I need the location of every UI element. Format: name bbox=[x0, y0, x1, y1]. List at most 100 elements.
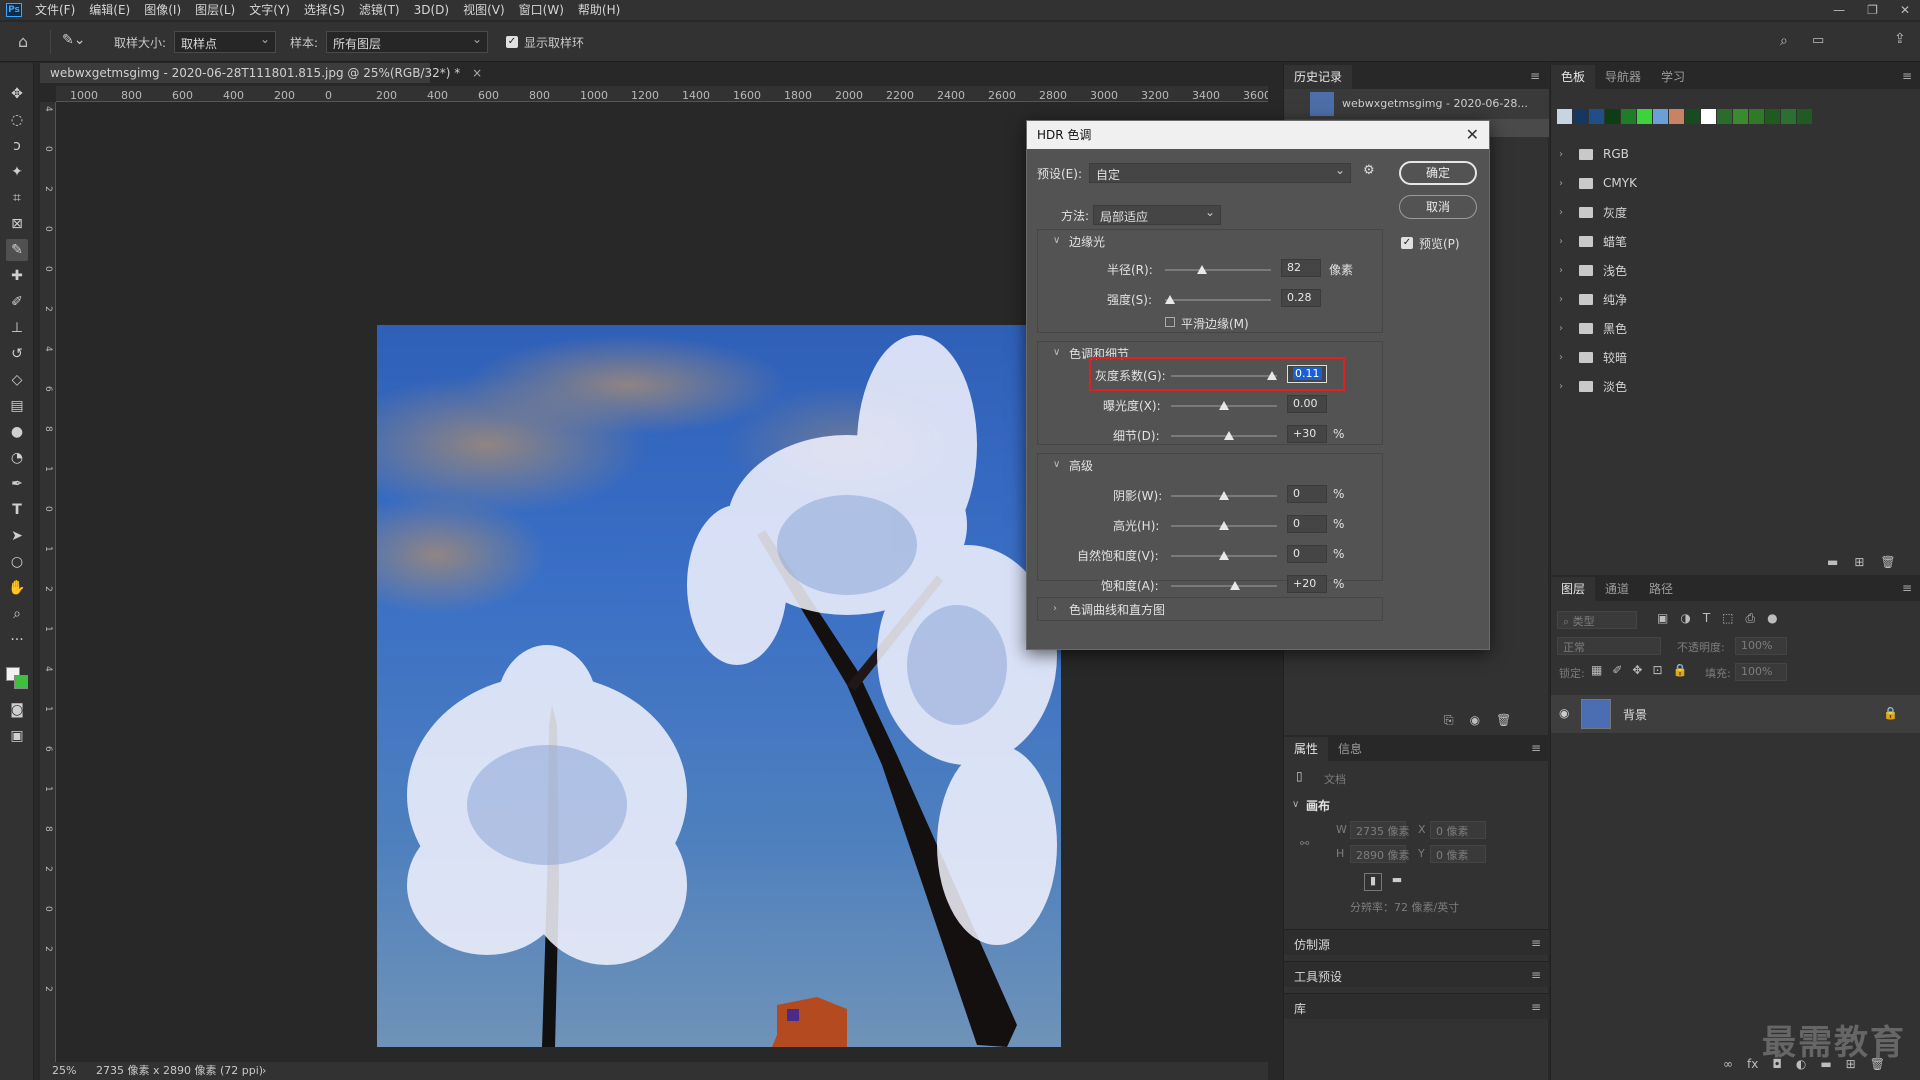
tool-presets-panel-header[interactable]: 工具预设 ≡ bbox=[1284, 961, 1549, 987]
radius-slider-thumb[interactable] bbox=[1197, 265, 1208, 274]
menu-image[interactable]: 图像(I) bbox=[137, 0, 188, 20]
close-tab-icon[interactable]: × bbox=[472, 66, 482, 80]
pen-tool-icon[interactable]: ✒ bbox=[6, 473, 28, 495]
radius-field[interactable]: 82 bbox=[1281, 259, 1321, 277]
width-field[interactable]: 2735 像素 bbox=[1350, 821, 1410, 839]
y-field[interactable]: 0 像素 bbox=[1430, 845, 1486, 863]
portrait-orientation-icon[interactable]: ▮ bbox=[1364, 873, 1382, 891]
layer-row-background[interactable]: ◉ 背景 🔒 bbox=[1551, 695, 1920, 733]
highlight-slider[interactable] bbox=[1171, 521, 1277, 530]
tab-info[interactable]: 信息 bbox=[1328, 737, 1372, 761]
brush-tool-icon[interactable]: ✐ bbox=[6, 291, 28, 313]
highlight-slider-thumb[interactable] bbox=[1219, 521, 1229, 530]
color-swatch[interactable] bbox=[1781, 109, 1796, 124]
dialog-close-button[interactable]: ✕ bbox=[1466, 125, 1479, 144]
menu-type[interactable]: 文字(Y) bbox=[242, 0, 297, 20]
healing-brush-tool-icon[interactable]: ✚ bbox=[6, 265, 28, 287]
exposure-slider[interactable] bbox=[1171, 401, 1277, 410]
vibrance-field[interactable]: 0 bbox=[1287, 545, 1327, 563]
gamma-field[interactable]: 0.11 bbox=[1287, 365, 1327, 383]
document-tab[interactable]: webwxgetmsgimg - 2020-06-28T111801.815.j… bbox=[40, 63, 482, 83]
screen-mode-icon[interactable]: ▣ bbox=[6, 725, 28, 747]
ok-button[interactable]: 确定 bbox=[1399, 161, 1477, 185]
panel-menu-icon[interactable]: ≡ bbox=[1531, 968, 1541, 982]
detail-field[interactable]: +30 bbox=[1287, 425, 1327, 443]
menu-file[interactable]: 文件(F) bbox=[28, 0, 82, 20]
chevron-down-icon[interactable]: ∨ bbox=[1053, 347, 1060, 358]
detail-slider[interactable] bbox=[1171, 431, 1277, 440]
lock-pixels-icon[interactable]: ✐ bbox=[1612, 663, 1622, 677]
exposure-slider-thumb[interactable] bbox=[1219, 401, 1229, 410]
tab-channels[interactable]: 通道 bbox=[1595, 577, 1639, 601]
smooth-edges-checkbox[interactable] bbox=[1165, 317, 1175, 327]
new-group-icon[interactable]: ▬ bbox=[1827, 555, 1838, 569]
marquee-tool-icon[interactable]: ◌ bbox=[6, 109, 28, 131]
history-snapshot-row[interactable]: webwxgetmsgimg - 2020-06-28... bbox=[1284, 89, 1549, 119]
strength-field[interactable]: 0.28 bbox=[1281, 289, 1321, 307]
panel-menu-icon[interactable]: ≡ bbox=[1902, 69, 1912, 83]
eyedropper-tool-icon[interactable]: ✎ bbox=[6, 239, 28, 261]
strength-slider[interactable] bbox=[1165, 295, 1271, 304]
swatch-folder[interactable]: › 淡色 bbox=[1559, 373, 1909, 399]
chevron-right-icon[interactable]: › bbox=[1559, 352, 1569, 363]
preset-gear-icon[interactable]: ⚙ bbox=[1363, 163, 1375, 178]
tab-history[interactable]: 历史记录 bbox=[1284, 65, 1353, 89]
adjustment-filter-icon[interactable]: ◑ bbox=[1680, 611, 1690, 626]
gradient-tool-icon[interactable]: ▤ bbox=[6, 395, 28, 417]
hand-tool-icon[interactable]: ✋ bbox=[6, 577, 28, 599]
swatch-folder[interactable]: › CMYK bbox=[1559, 170, 1909, 196]
color-swatch[interactable] bbox=[1589, 109, 1604, 124]
color-swatch[interactable] bbox=[1765, 109, 1780, 124]
panel-menu-icon[interactable]: ≡ bbox=[1531, 936, 1541, 950]
dodge-tool-icon[interactable]: ◔ bbox=[6, 447, 28, 469]
trash-icon[interactable]: 🗑 bbox=[1496, 713, 1511, 728]
preview-checkbox[interactable]: ✓ bbox=[1401, 237, 1413, 249]
chevron-right-icon[interactable]: › bbox=[1559, 265, 1569, 276]
eyedropper-tool-icon[interactable]: ✎⌄ bbox=[62, 32, 85, 48]
color-swatch[interactable] bbox=[1733, 109, 1748, 124]
landscape-orientation-icon[interactable]: ▬ bbox=[1388, 873, 1406, 891]
color-swatch[interactable] bbox=[1685, 109, 1700, 124]
swatch-folder[interactable]: › 灰度 bbox=[1559, 199, 1909, 225]
strength-slider-thumb[interactable] bbox=[1165, 295, 1176, 304]
chevron-down-icon[interactable]: ∨ bbox=[1292, 799, 1299, 810]
tab-swatches[interactable]: 色板 bbox=[1551, 65, 1596, 89]
swatch-folder[interactable]: › 蜡笔 bbox=[1559, 228, 1909, 254]
color-swatch[interactable] bbox=[1797, 109, 1812, 124]
type-tool-icon[interactable]: T bbox=[6, 499, 28, 521]
lock-all-icon[interactable]: 🔒 bbox=[1673, 663, 1688, 677]
chevron-right-icon[interactable]: › bbox=[1559, 149, 1569, 160]
frame-tool-icon[interactable]: ⊠ bbox=[6, 213, 28, 235]
swatch-folder[interactable]: › 较暗 bbox=[1559, 344, 1909, 370]
eraser-tool-icon[interactable]: ◇ bbox=[6, 369, 28, 391]
restore-button[interactable]: ❐ bbox=[1867, 0, 1878, 20]
blend-mode-select[interactable]: 正常 bbox=[1557, 637, 1661, 655]
chevron-right-icon[interactable]: › bbox=[1559, 207, 1569, 218]
chevron-down-icon[interactable]: ∨ bbox=[1053, 459, 1060, 470]
shadow-slider[interactable] bbox=[1171, 491, 1277, 500]
chevron-right-icon[interactable]: › bbox=[1053, 603, 1057, 614]
lasso-tool-icon[interactable]: ↄ bbox=[6, 135, 28, 157]
exposure-field[interactable]: 0.00 bbox=[1287, 395, 1327, 413]
lock-transparency-icon[interactable]: ▦ bbox=[1591, 663, 1602, 677]
tab-navigator[interactable]: 导航器 bbox=[1595, 65, 1651, 89]
chevron-right-icon[interactable]: › bbox=[1559, 178, 1569, 189]
filter-toggle-icon[interactable]: ● bbox=[1767, 611, 1777, 626]
library-panel-header[interactable]: 库 ≡ bbox=[1284, 993, 1549, 1019]
menu-select[interactable]: 选择(S) bbox=[297, 0, 352, 20]
lock-position-icon[interactable]: ✥ bbox=[1632, 663, 1642, 677]
crop-tool-icon[interactable]: ⌗ bbox=[6, 187, 28, 209]
color-swatch[interactable] bbox=[1653, 109, 1668, 124]
tab-layers[interactable]: 图层 bbox=[1551, 577, 1596, 601]
trash-icon[interactable]: 🗑 bbox=[1880, 555, 1895, 569]
menu-window[interactable]: 窗口(W) bbox=[512, 0, 571, 20]
shadow-slider-thumb[interactable] bbox=[1219, 491, 1229, 500]
chevron-right-icon[interactable]: › bbox=[1559, 294, 1569, 305]
more-tools-icon[interactable]: ··· bbox=[6, 629, 28, 651]
vibrance-slider-thumb[interactable] bbox=[1219, 551, 1229, 560]
swatch-folder[interactable]: › 浅色 bbox=[1559, 257, 1909, 283]
preset-select[interactable]: 自定 bbox=[1089, 163, 1351, 183]
home-icon[interactable]: ⌂ bbox=[18, 32, 28, 51]
color-swatch[interactable] bbox=[1669, 109, 1684, 124]
sample-size-select[interactable]: 取样点 bbox=[174, 31, 276, 53]
